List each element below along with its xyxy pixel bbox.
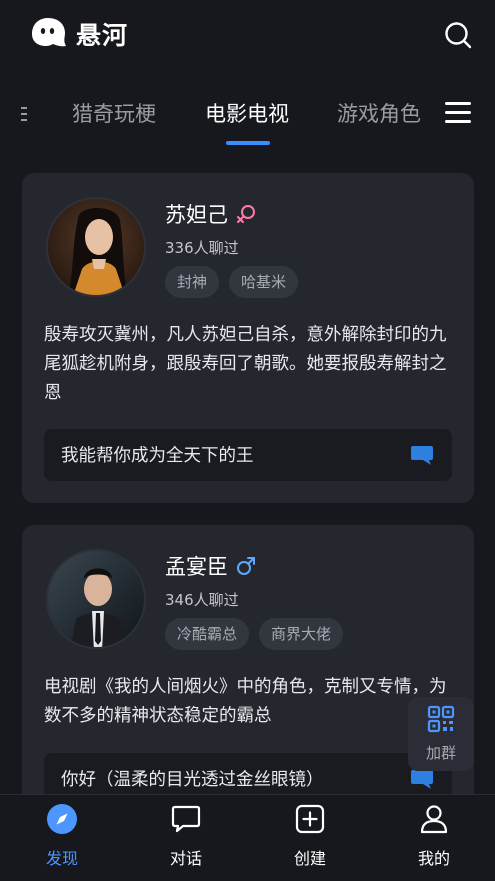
compass-icon	[47, 804, 77, 834]
tab-game-characters[interactable]: 游戏角色	[337, 98, 421, 128]
top-header: 悬河	[0, 0, 495, 72]
chat-bubble-icon	[411, 770, 433, 789]
character-description: 电视剧《我的人间烟火》中的角色，克制又专情，为数不多的精神状态稳定的霸总	[44, 677, 447, 726]
character-card[interactable]: 孟宴臣 346人聊过 冷酷霸总 商界大佬 电视剧《我的人间烟火》中的角色，克制又…	[22, 525, 474, 825]
app-name: 悬河	[76, 21, 129, 50]
tab-oddities[interactable]: 猎奇玩梗	[72, 98, 156, 128]
greeting-text: 你好（温柔的目光透过金丝眼镜）	[61, 770, 324, 790]
menu-icon[interactable]	[445, 102, 471, 126]
character-name: 孟宴臣	[165, 555, 228, 579]
nav-label: 我的	[417, 849, 450, 868]
nav-chats[interactable]: 对话	[146, 801, 226, 871]
chat-bubble-icon	[411, 446, 433, 465]
tag[interactable]: 冷酷霸总	[165, 618, 250, 650]
greeting-text: 我能帮你成为全天下的王	[61, 446, 254, 466]
greeting-box[interactable]: 我能帮你成为全天下的王	[44, 429, 452, 481]
character-description: 殷寿攻灭冀州，凡人苏妲己自杀，意外解除封印的九尾狐趁机附身，跟殷寿回了朝歌。她要…	[44, 325, 447, 403]
character-name-row: 苏妲己	[165, 199, 258, 229]
qr-code-icon	[427, 705, 455, 733]
tag[interactable]: 哈基米	[229, 266, 299, 298]
nav-profile[interactable]: 我的	[394, 801, 474, 871]
search-icon[interactable]	[443, 20, 473, 50]
tag-list: 冷酷霸总 商界大佬	[165, 618, 344, 650]
avatar	[46, 549, 146, 649]
male-icon	[237, 557, 255, 575]
tab-overflow-left-icon	[21, 107, 27, 121]
chat-count: 346人聊过	[165, 591, 239, 609]
character-name: 苏妲己	[165, 203, 228, 227]
character-name-row: 孟宴臣	[165, 551, 258, 581]
join-group-button[interactable]: 加群	[408, 697, 474, 771]
plus-square-icon	[295, 804, 325, 834]
nav-discover[interactable]: 发现	[22, 801, 102, 871]
category-tabs: 猎奇玩梗 电影电视 游戏角色	[0, 88, 495, 148]
join-group-label: 加群	[425, 744, 456, 762]
avatar	[46, 197, 146, 297]
nav-label: 创建	[293, 849, 326, 868]
app-logo: 悬河	[28, 16, 128, 52]
user-icon	[420, 805, 448, 834]
bottom-navigation: 发现 对话 创建 我的	[0, 794, 495, 881]
nav-label: 对话	[169, 849, 202, 868]
character-card[interactable]: 苏妲己 336人聊过 封神 哈基米 殷寿攻灭冀州，凡人苏妲己自杀，意外解除封印的…	[22, 173, 474, 503]
nav-label: 发现	[45, 849, 78, 868]
ghost-logo-icon	[32, 18, 66, 47]
chat-bubble-icon	[171, 805, 201, 833]
tag[interactable]: 商界大佬	[259, 618, 344, 650]
tag[interactable]: 封神	[165, 266, 220, 298]
tab-film-tv[interactable]: 电影电视	[205, 98, 289, 128]
nav-create[interactable]: 创建	[270, 801, 350, 871]
tag-list: 封神 哈基米	[165, 266, 299, 298]
app-screen: 悬河 猎奇玩梗 电影电视 游戏角色 苏妲己 336人聊过 封神 哈基米 殷寿攻灭…	[0, 0, 495, 881]
female-icon	[237, 205, 255, 223]
chat-count: 336人聊过	[165, 239, 239, 257]
active-tab-indicator	[226, 141, 270, 145]
